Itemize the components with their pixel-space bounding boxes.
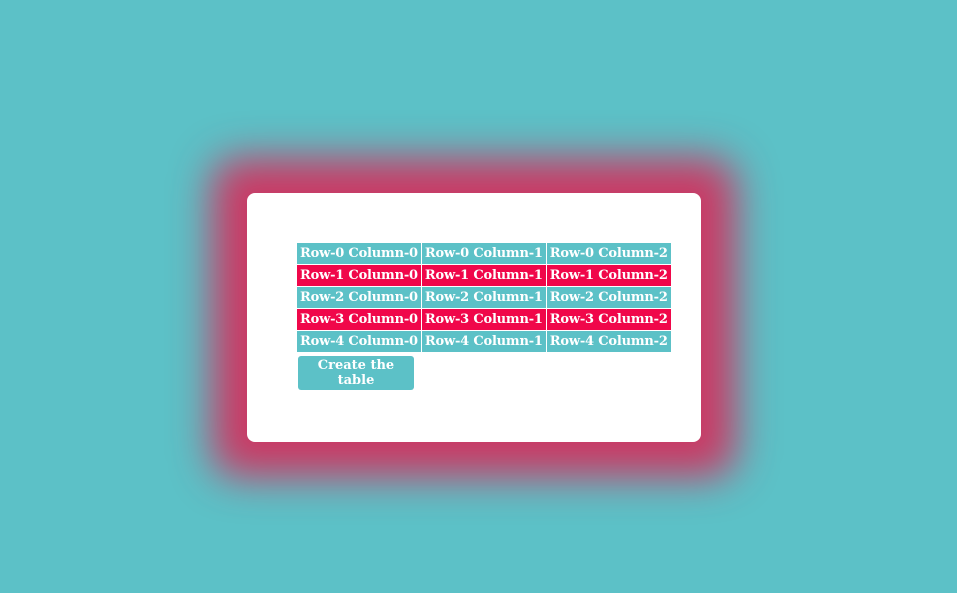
table-cell: Row-0 Column-2 <box>546 243 671 264</box>
table-row: Row-4 Column-0 Row-4 Column-1 Row-4 Colu… <box>297 331 671 352</box>
table-cell: Row-4 Column-1 <box>421 331 546 352</box>
create-table-button[interactable]: Create the table <box>298 356 414 390</box>
table-cell: Row-0 Column-0 <box>297 243 421 264</box>
table-row: Row-3 Column-0 Row-3 Column-1 Row-3 Colu… <box>297 309 671 330</box>
table-row: Row-1 Column-0 Row-1 Column-1 Row-1 Colu… <box>297 265 671 286</box>
table-cell: Row-2 Column-0 <box>297 287 421 308</box>
table-cell: Row-3 Column-2 <box>546 309 671 330</box>
table-row: Row-2 Column-0 Row-2 Column-1 Row-2 Colu… <box>297 287 671 308</box>
generated-table: Row-0 Column-0 Row-0 Column-1 Row-0 Colu… <box>296 242 672 353</box>
table-cell: Row-4 Column-2 <box>546 331 671 352</box>
table-cell: Row-4 Column-0 <box>297 331 421 352</box>
table-cell: Row-1 Column-0 <box>297 265 421 286</box>
table-cell: Row-2 Column-2 <box>546 287 671 308</box>
table-cell: Row-1 Column-1 <box>421 265 546 286</box>
table-card: Row-0 Column-0 Row-0 Column-1 Row-0 Colu… <box>247 193 701 442</box>
table-cell: Row-3 Column-1 <box>421 309 546 330</box>
table-cell: Row-3 Column-0 <box>297 309 421 330</box>
table-cell: Row-1 Column-2 <box>546 265 671 286</box>
table-cell: Row-0 Column-1 <box>421 243 546 264</box>
table-cell: Row-2 Column-1 <box>421 287 546 308</box>
table-row: Row-0 Column-0 Row-0 Column-1 Row-0 Colu… <box>297 243 671 264</box>
